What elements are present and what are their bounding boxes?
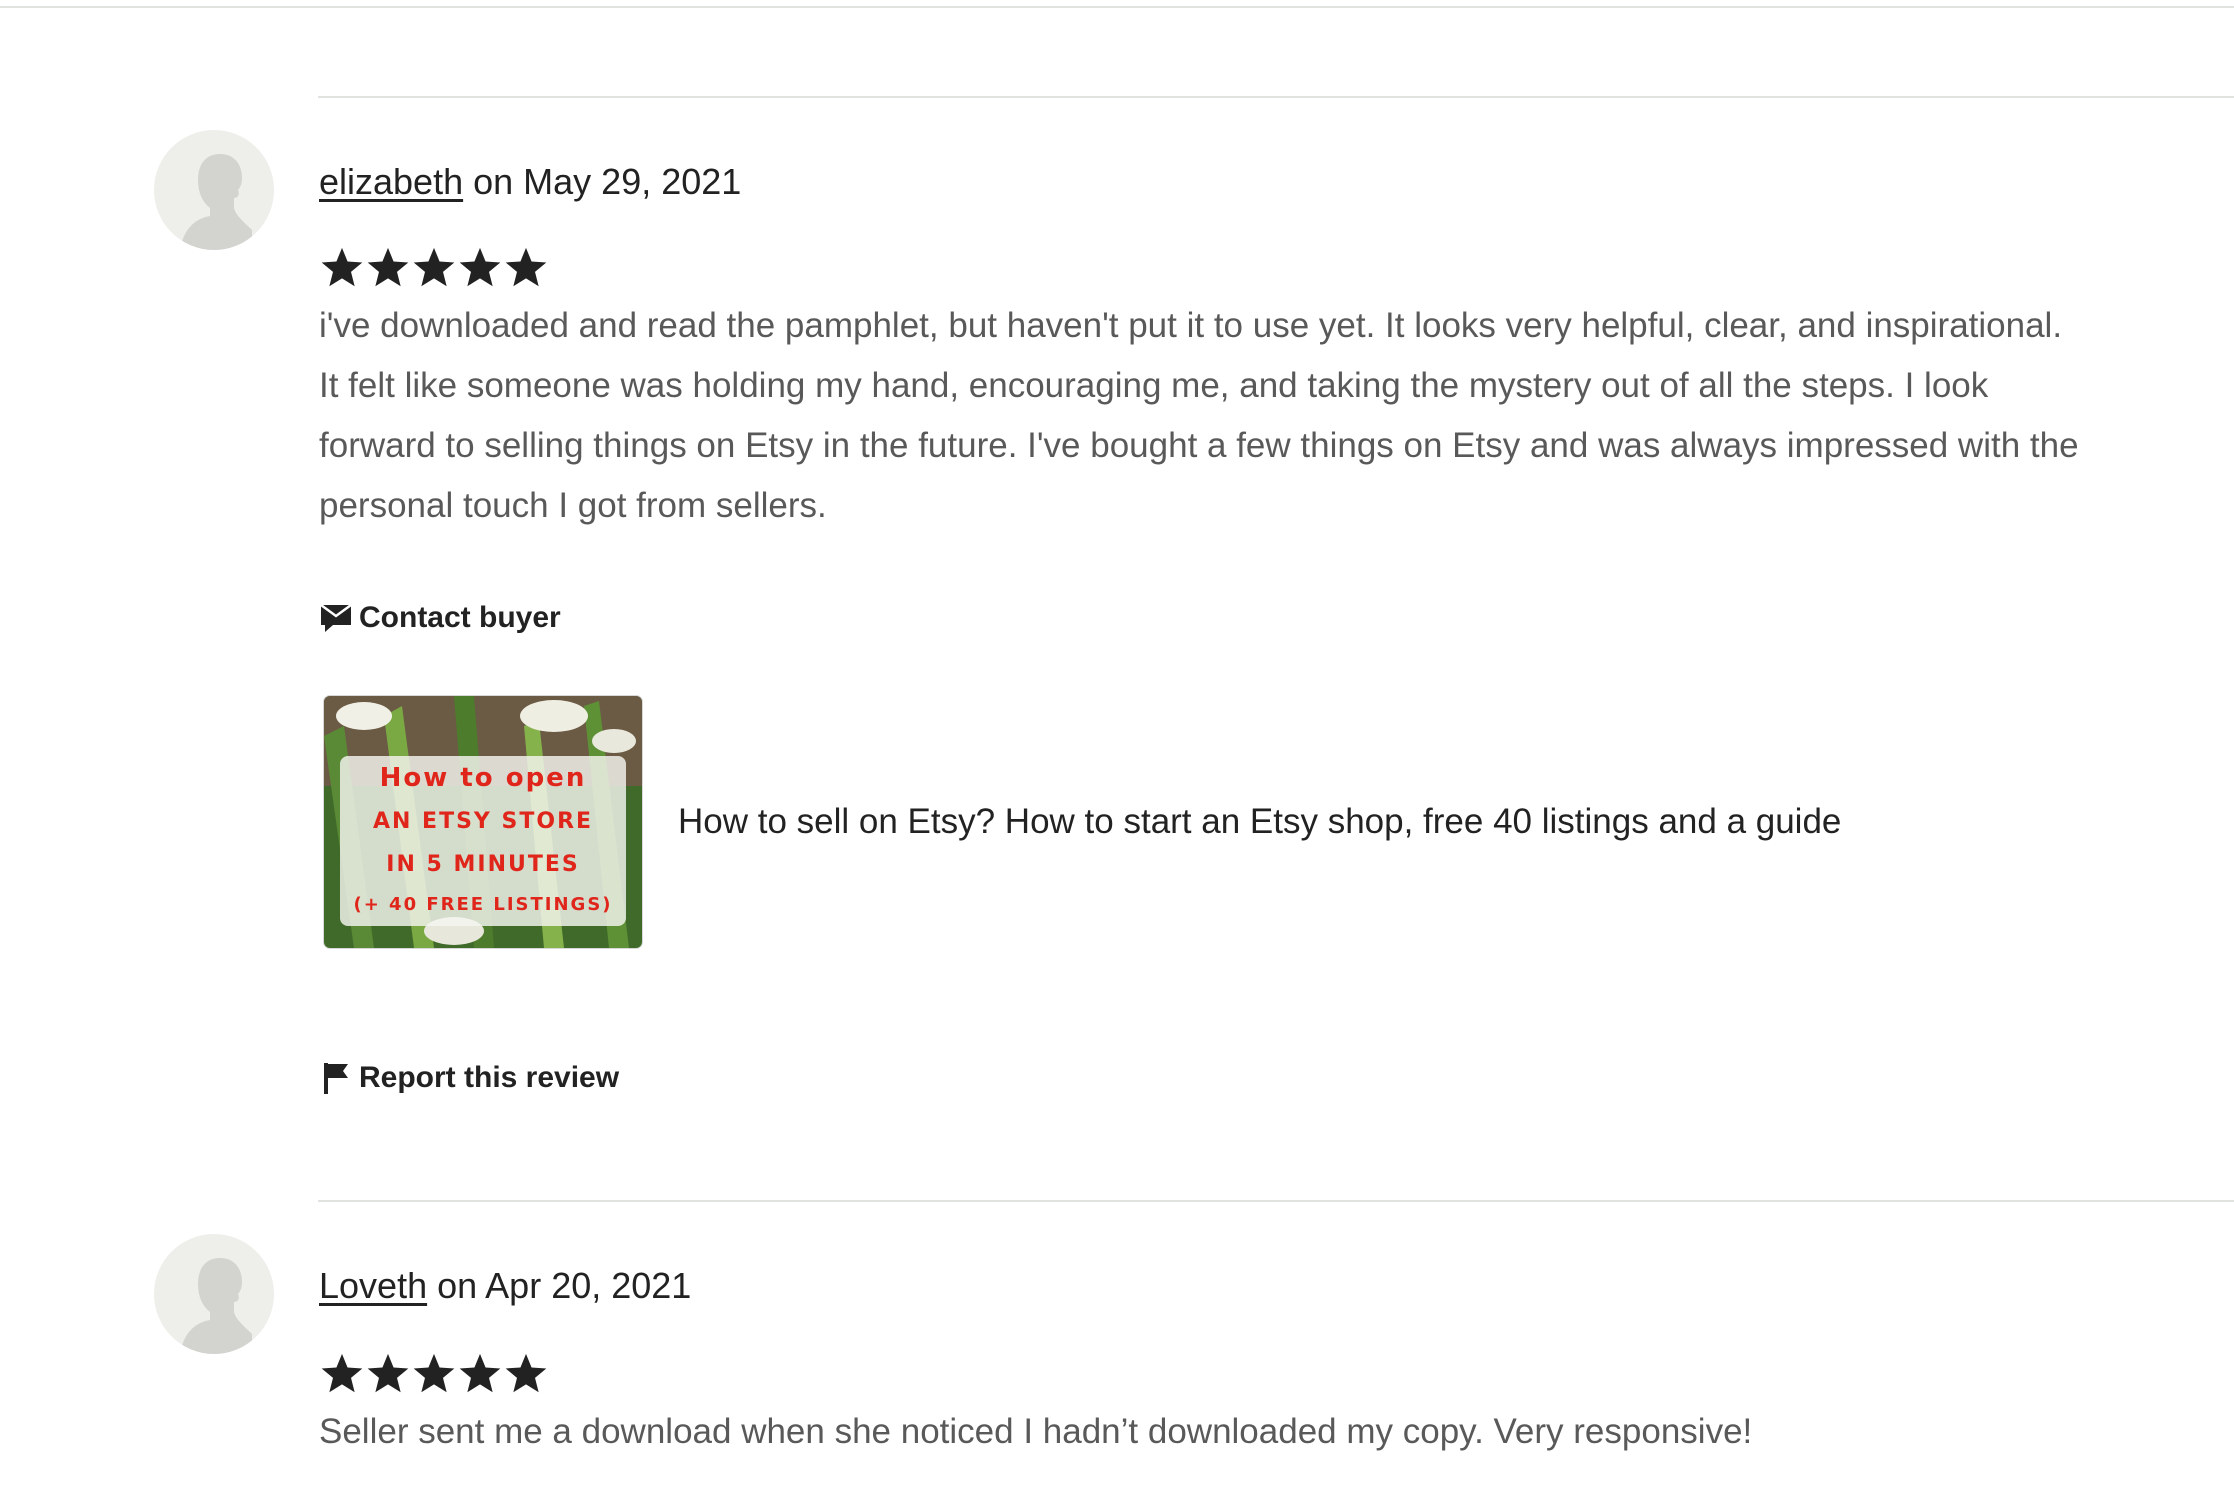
review-text-line: personal touch I got from sellers. — [319, 486, 827, 525]
user-silhouette-icon — [180, 1258, 252, 1354]
review-text: Seller sent me a download when she notic… — [319, 1402, 2234, 1462]
review-text-line: It felt like someone was holding my hand… — [319, 366, 1989, 405]
review-byline: Loveth on Apr 20, 2021 — [319, 1264, 691, 1308]
star-rating — [319, 1350, 549, 1398]
top-divider — [0, 6, 2234, 8]
review-text-line: Seller sent me a download when she notic… — [319, 1412, 1753, 1451]
star-filled-icon — [505, 1353, 547, 1393]
thumbnail-text-card: How to open AN ETSY STORE IN 5 MINUTES (… — [340, 756, 626, 926]
thumbnail-line: AN ETSY STORE — [372, 809, 594, 834]
star-filled-icon — [459, 247, 501, 287]
listing-thumbnail[interactable]: How to open AN ETSY STORE IN 5 MINUTES (… — [324, 696, 642, 948]
review-divider — [318, 96, 2234, 98]
thumbnail-line: How to open — [379, 763, 587, 793]
review-text-line: forward to selling things on Etsy in the… — [319, 426, 2079, 465]
star-rating — [319, 244, 549, 292]
thumbnail-line: (+ 40 FREE LISTINGS) — [353, 894, 613, 915]
thumbnail-line: IN 5 MINUTES — [386, 852, 580, 877]
star-filled-icon — [321, 1353, 363, 1393]
review-date: on Apr 20, 2021 — [437, 1265, 692, 1306]
star-filled-icon — [321, 247, 363, 287]
flag-icon — [324, 1063, 348, 1094]
review-byline: elizabeth on May 29, 2021 — [319, 160, 741, 204]
user-silhouette-icon — [180, 154, 252, 250]
avatar[interactable] — [154, 130, 274, 250]
reviews-page: elizabeth on May 29, 2021 i've downloade… — [0, 0, 2234, 1488]
contact-buyer-button[interactable]: Contact buyer — [319, 598, 561, 638]
report-review-button[interactable]: Report this review — [319, 1058, 619, 1098]
reviewer-name-link[interactable]: elizabeth — [319, 161, 463, 202]
listing-title-link[interactable]: How to sell on Etsy? How to start an Ets… — [678, 798, 1938, 846]
review-text: i've downloaded and read the pamphlet, b… — [319, 296, 2234, 536]
star-filled-icon — [413, 1353, 455, 1393]
report-review-label: Report this review — [359, 1061, 620, 1094]
review-text-line: i've downloaded and read the pamphlet, b… — [319, 306, 2063, 345]
star-filled-icon — [367, 247, 409, 287]
star-filled-icon — [413, 247, 455, 287]
review-divider — [318, 1200, 2234, 1202]
star-filled-icon — [459, 1353, 501, 1393]
purchased-listing-link[interactable]: How to open AN ETSY STORE IN 5 MINUTES (… — [324, 696, 1938, 948]
review-date: on May 29, 2021 — [473, 161, 742, 202]
reviewer-name-link[interactable]: Loveth — [319, 1265, 427, 1306]
avatar[interactable] — [154, 1234, 274, 1354]
message-icon — [320, 603, 352, 632]
star-filled-icon — [367, 1353, 409, 1393]
star-filled-icon — [505, 247, 547, 287]
contact-buyer-label: Contact buyer — [359, 601, 561, 634]
